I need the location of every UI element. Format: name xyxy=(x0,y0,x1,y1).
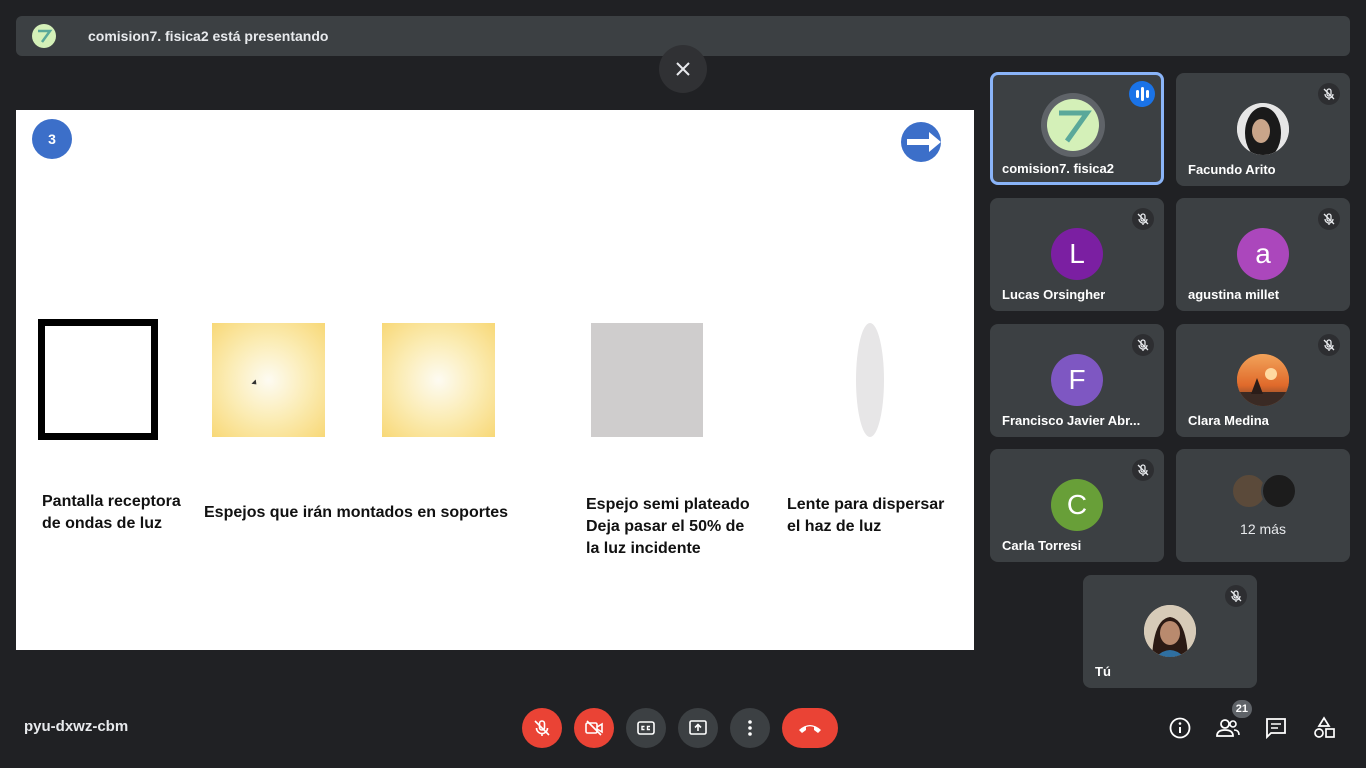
participant-tile-self[interactable]: Tú xyxy=(1083,575,1257,688)
next-arrow-icon xyxy=(901,122,941,162)
avatar xyxy=(1237,354,1289,406)
participant-tile-francisco[interactable]: F Francisco Javier Abr... xyxy=(990,324,1164,437)
participant-name: Tú xyxy=(1095,664,1111,679)
mirror-shape-1 xyxy=(212,323,325,437)
mic-off-icon xyxy=(1132,334,1154,356)
mic-off-icon xyxy=(1318,83,1340,105)
avatar xyxy=(1144,605,1196,657)
people-icon xyxy=(1216,719,1240,737)
mic-off-icon xyxy=(1318,208,1340,230)
avatar: F xyxy=(1051,354,1103,406)
present-screen-icon xyxy=(689,720,707,735)
participant-tile-more[interactable]: 12 más xyxy=(1176,449,1350,562)
info-icon xyxy=(1169,717,1191,739)
participant-count-badge: 21 xyxy=(1231,700,1252,718)
mic-off-icon xyxy=(1132,208,1154,230)
participant-name: agustina millet xyxy=(1188,287,1280,302)
participant-tile-clara[interactable]: Clara Medina xyxy=(1176,324,1350,437)
people-button[interactable]: 21 xyxy=(1214,700,1252,742)
participant-tile-agustina[interactable]: a agustina millet xyxy=(1176,198,1350,311)
mirror-shape-2 xyxy=(382,323,495,437)
participant-tile-presenter[interactable]: comision7. fisica2 xyxy=(990,72,1164,185)
lens-shape xyxy=(856,323,884,437)
captions-button[interactable] xyxy=(626,708,666,748)
slide-number-badge: 3 xyxy=(32,119,72,159)
avatar xyxy=(1261,473,1297,509)
presenting-banner-text: comision7. fisica2 está presentando xyxy=(88,28,329,44)
meeting-code: pyu-dxwz-cbm xyxy=(24,718,129,735)
chat-button[interactable] xyxy=(1262,714,1290,742)
closed-captions-icon xyxy=(637,721,655,735)
camera-toggle-button[interactable] xyxy=(574,708,614,748)
present-screen-button[interactable] xyxy=(678,708,718,748)
label-semi-mirror: Espejo semi plateado Deja pasar el 50% d… xyxy=(586,496,750,557)
participant-tile-lucas[interactable]: L Lucas Orsingher xyxy=(990,198,1164,311)
mic-off-icon xyxy=(1132,459,1154,481)
participant-tile-carla[interactable]: C Carla Torresi xyxy=(990,449,1164,562)
presenter-avatar xyxy=(32,24,56,48)
speaking-indicator-icon xyxy=(1129,81,1155,107)
hang-up-icon xyxy=(799,725,821,733)
avatar: C xyxy=(1051,479,1103,531)
label-mirrors: Espejos que irán montados en soportes xyxy=(204,504,509,521)
more-participants-label: 12 más xyxy=(1240,521,1286,537)
avatar: a xyxy=(1237,228,1289,280)
more-vert-icon xyxy=(748,720,752,736)
avatar: L xyxy=(1051,228,1103,280)
mic-off-icon xyxy=(1318,334,1340,356)
chat-icon xyxy=(1266,718,1286,740)
participant-tile-facundo[interactable]: Facundo Arito xyxy=(1176,73,1350,186)
label-receptor-screen: Pantalla receptora de ondas de luz xyxy=(42,493,181,532)
avatar xyxy=(1237,103,1289,155)
leave-call-button[interactable] xyxy=(782,708,838,748)
participant-name: Francisco Javier Abr... xyxy=(1002,413,1141,428)
label-lens: Lente para dispersar el haz de luz xyxy=(787,496,945,535)
participant-name: Lucas Orsingher xyxy=(1002,287,1106,302)
presentation-slide: 3 Pantalla receptora de ondas de luz Esp… xyxy=(16,110,974,650)
meeting-details-button[interactable] xyxy=(1166,714,1194,742)
presenter-avatar xyxy=(1041,93,1105,157)
participant-name: Facundo Arito xyxy=(1188,162,1276,177)
mic-off-icon xyxy=(1225,585,1247,607)
semi-mirror-shape xyxy=(591,323,703,437)
participant-name: Clara Medina xyxy=(1188,413,1269,428)
microphone-toggle-button[interactable] xyxy=(522,708,562,748)
mic-off-icon xyxy=(534,720,550,736)
activities-icon xyxy=(1314,716,1335,738)
close-icon xyxy=(676,62,690,76)
receptor-screen-shape xyxy=(38,319,158,440)
participant-name: Carla Torresi xyxy=(1002,538,1082,553)
camera-off-icon xyxy=(585,720,603,736)
more-options-button[interactable] xyxy=(730,708,770,748)
participant-name: comision7. fisica2 xyxy=(1002,161,1114,176)
activities-button[interactable] xyxy=(1310,714,1338,742)
close-presentation-button[interactable] xyxy=(659,45,707,93)
